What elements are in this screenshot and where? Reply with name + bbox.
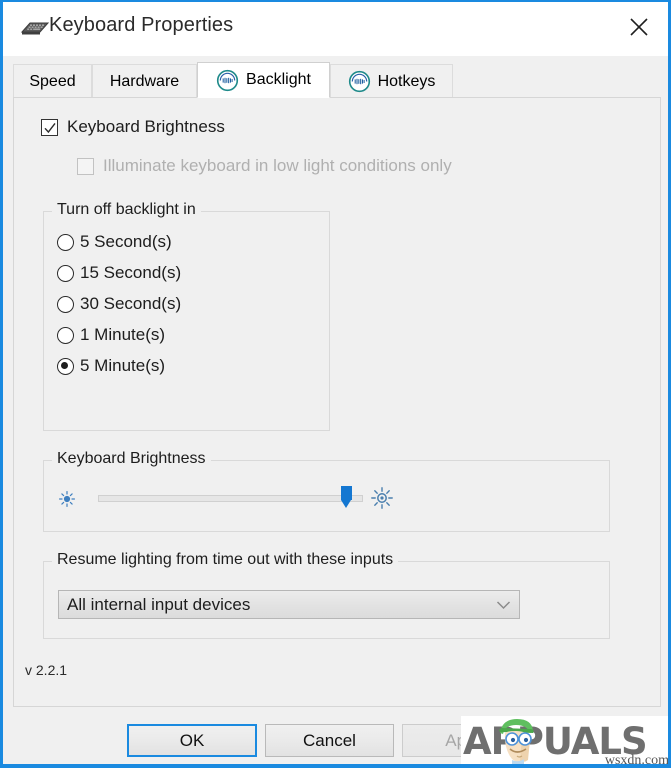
radio-label: 30 Second(s) — [80, 294, 182, 313]
radio-5-minutes[interactable]: 5 Minute(s) — [57, 356, 165, 376]
slider-thumb[interactable] — [341, 486, 352, 508]
resume-inputs-dropdown[interactable]: All internal input devices — [58, 590, 520, 619]
tab-strip: Speed Hardware Backlight Hotkeys — [13, 62, 663, 98]
cancel-button[interactable]: Cancel — [265, 724, 394, 757]
low-light-checkbox[interactable]: Illuminate keyboard in low light conditi… — [77, 156, 452, 176]
sun-small-icon — [59, 491, 75, 507]
radio-unselected-icon — [57, 233, 74, 251]
radio-5-seconds[interactable]: 5 Second(s) — [57, 232, 172, 252]
low-light-label: Illuminate keyboard in low light conditi… — [103, 156, 452, 175]
slider-track[interactable] — [98, 495, 363, 502]
checkbox-unchecked-icon — [77, 157, 94, 175]
radio-1-minute[interactable]: 1 Minute(s) — [57, 325, 165, 345]
tab-label: Speed — [29, 72, 76, 90]
keyboard-brightness-checkbox[interactable]: Keyboard Brightness — [41, 117, 225, 137]
checkbox-checked-icon — [41, 118, 58, 136]
title-bar: Keyboard Properties — [3, 2, 668, 56]
keyboard-brightness-label: Keyboard Brightness — [67, 117, 225, 136]
radio-label: 1 Minute(s) — [80, 325, 166, 344]
sun-large-icon — [371, 487, 393, 509]
dell-logo-icon — [348, 70, 370, 93]
radio-label: 5 Second(s) — [80, 232, 172, 251]
radio-15-seconds[interactable]: 15 Second(s) — [57, 263, 181, 283]
tab-label: Backlight — [246, 71, 311, 88]
tab-speed[interactable]: Speed — [13, 64, 92, 98]
radio-unselected-icon — [57, 326, 74, 344]
turn-off-backlight-group: Turn off backlight in 5 Second(s) 15 Sec… — [43, 201, 330, 431]
window-title: Keyboard Properties — [49, 14, 234, 36]
chevron-down-icon — [487, 600, 519, 610]
keyboard-icon — [20, 20, 50, 38]
tab-backlight[interactable]: Backlight — [197, 62, 330, 98]
appuals-mascot-icon — [499, 719, 534, 764]
backlight-tab-panel: Keyboard Brightness Illuminate keyboard … — [13, 97, 661, 707]
brightness-slider[interactable] — [58, 483, 618, 517]
appuals-watermark: APPUALS wsxdn.com — [461, 716, 669, 768]
dropdown-selected-value: All internal input devices — [67, 594, 251, 614]
group-title: Resume lighting from time out with these… — [52, 551, 399, 569]
tab-hotkeys[interactable]: Hotkeys — [330, 64, 453, 98]
keyboard-properties-dialog: Keyboard Properties Speed Hardware Backl… — [0, 0, 671, 768]
tab-label: Hotkeys — [377, 72, 436, 90]
watermark-subtext: wsxdn.com — [604, 753, 669, 768]
keyboard-brightness-group: Keyboard Brightness — [43, 450, 610, 532]
ok-button[interactable]: OK — [127, 724, 257, 757]
dell-logo-icon — [216, 69, 239, 91]
radio-selected-icon — [57, 357, 74, 375]
group-title: Keyboard Brightness — [52, 450, 211, 468]
resume-lighting-group: Resume lighting from time out with these… — [43, 551, 610, 639]
group-title: Turn off backlight in — [52, 201, 201, 219]
tab-hardware[interactable]: Hardware — [92, 64, 197, 98]
radio-30-seconds[interactable]: 30 Second(s) — [57, 294, 181, 314]
radio-unselected-icon — [57, 264, 74, 282]
close-icon — [630, 18, 648, 36]
version-label: v 2.2.1 — [25, 662, 68, 678]
close-button[interactable] — [610, 2, 668, 52]
radio-label: 5 Minute(s) — [80, 356, 166, 375]
radio-label: 15 Second(s) — [80, 263, 182, 282]
tab-label: Hardware — [109, 72, 180, 90]
radio-unselected-icon — [57, 295, 74, 313]
